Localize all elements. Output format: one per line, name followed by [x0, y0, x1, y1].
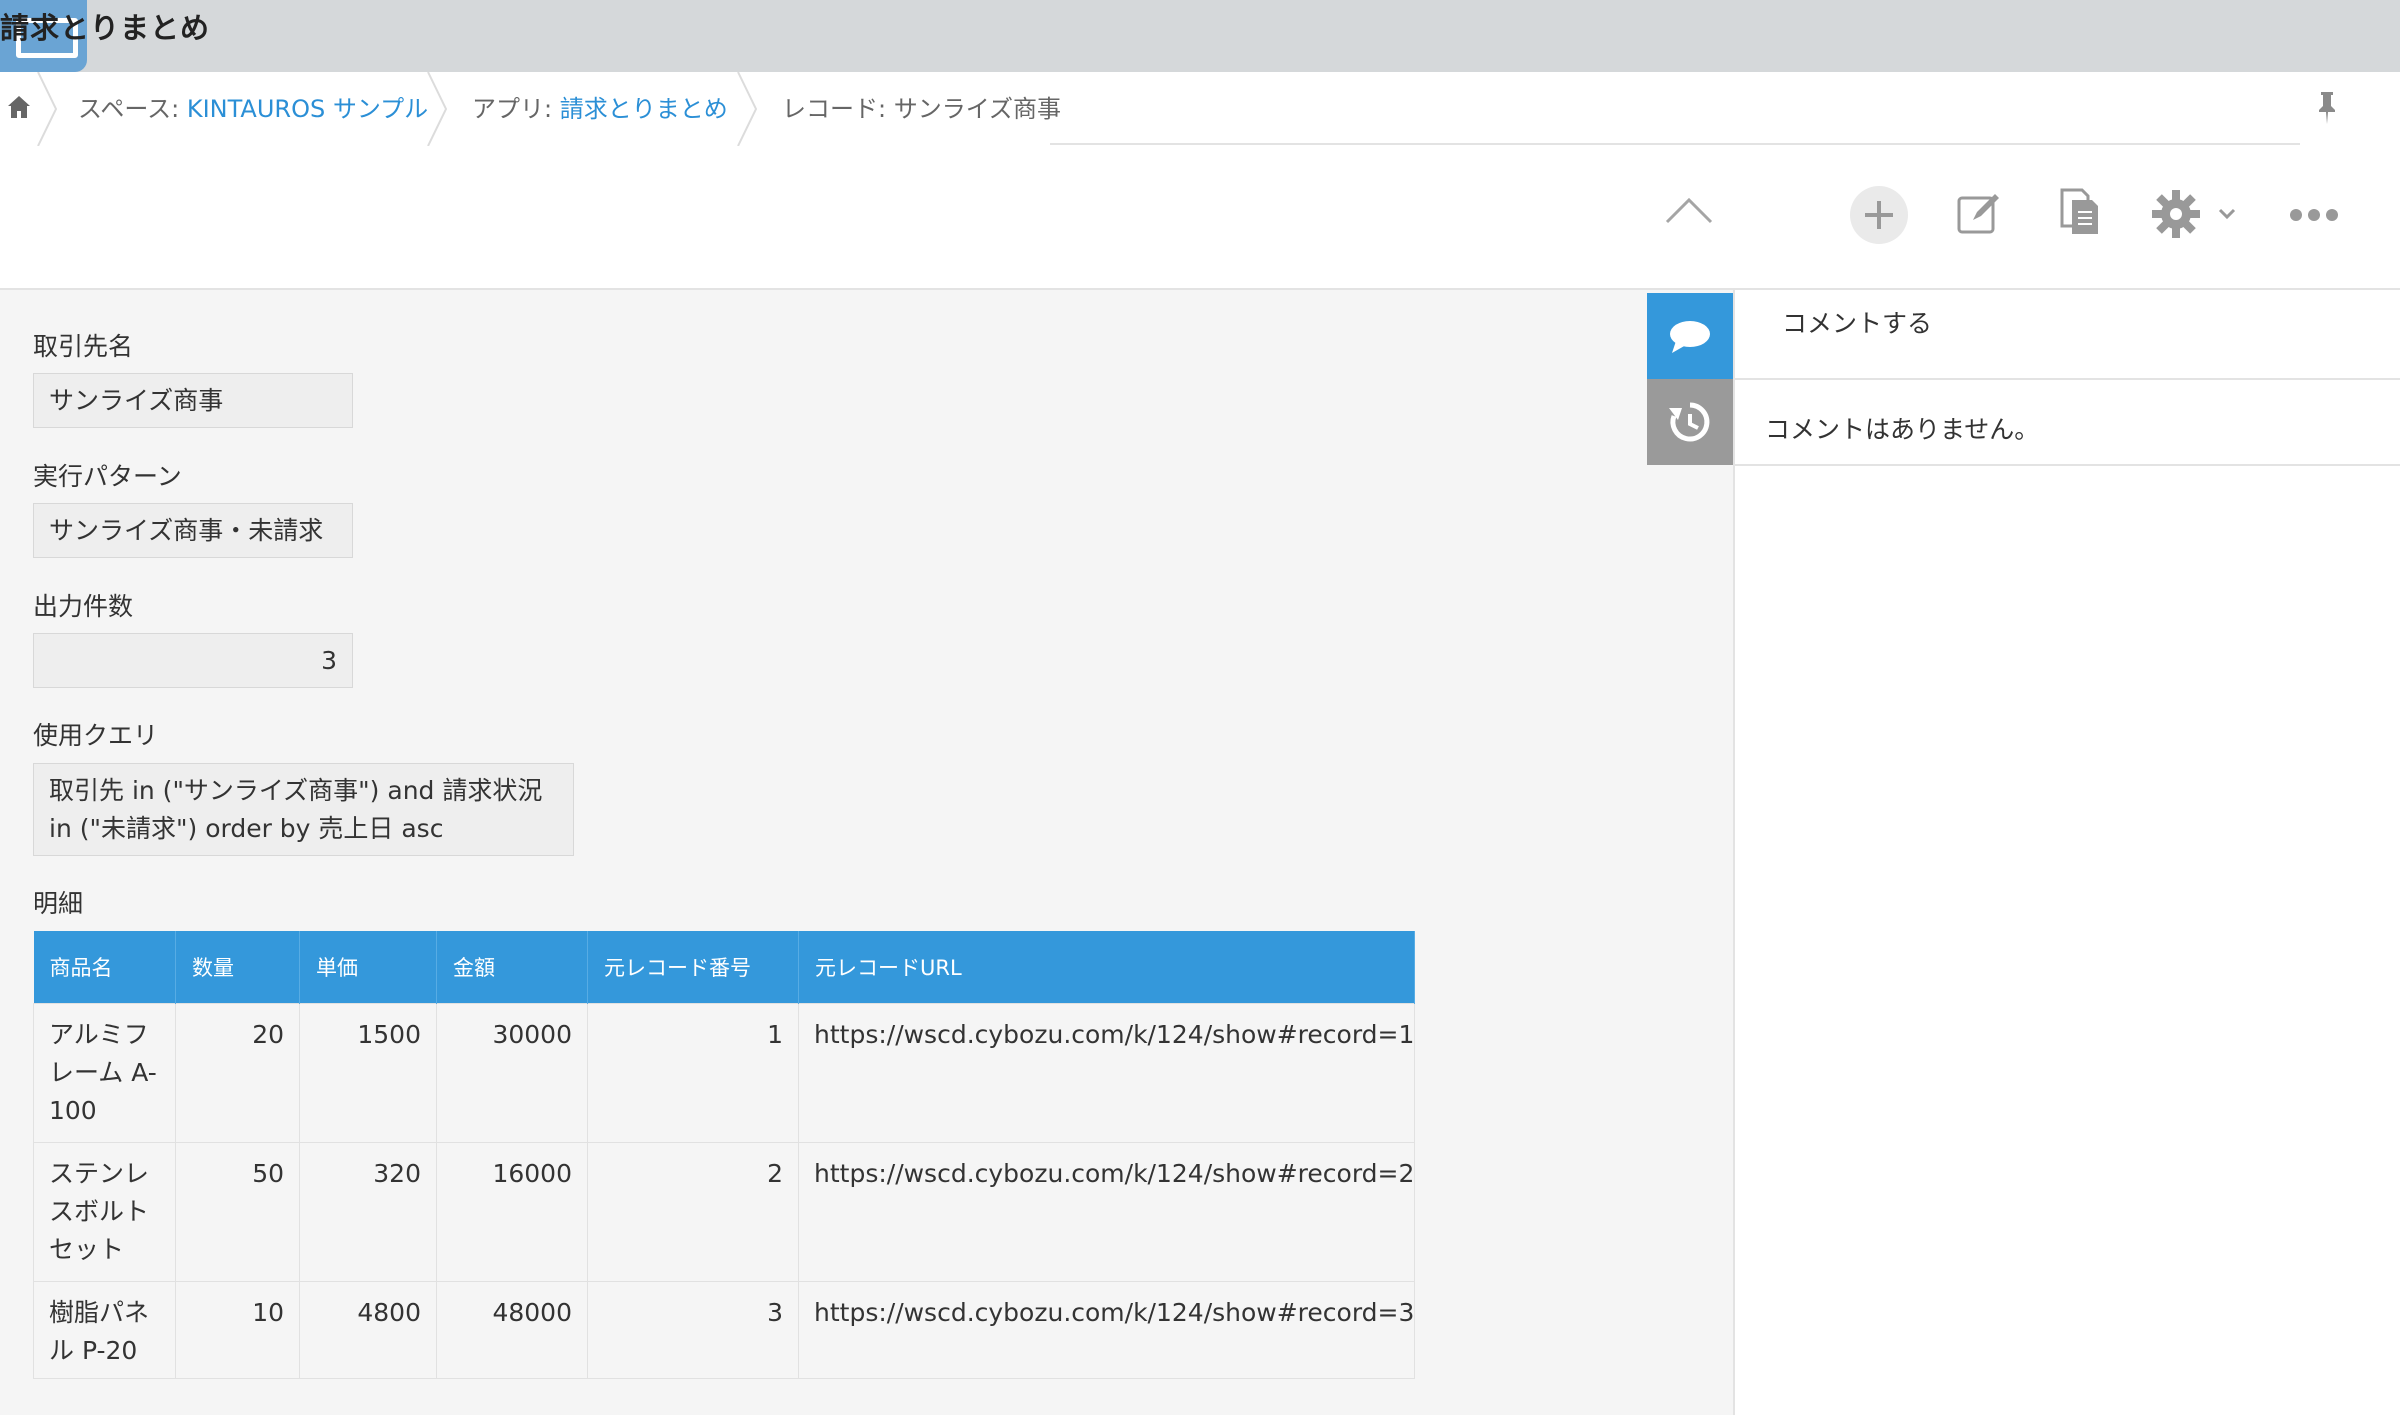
quantity-cell: 10	[175, 1280, 300, 1379]
table-row: アルミフレーム A-100 20 1500 30000 1 https://ws…	[33, 1002, 1415, 1143]
amount-cell: 48000	[436, 1280, 588, 1379]
query-value: 取引先 in ("サンライズ商事") and 請求状況 in ("未請求") o…	[33, 763, 574, 856]
source-record-number-cell: 1	[587, 1002, 799, 1143]
no-comments-message: コメントはありません。	[1765, 415, 2040, 444]
app-title: 請求とりまとめ	[0, 11, 211, 45]
breadcrumb-space-link[interactable]: KINTAUROS サンプル	[187, 95, 428, 123]
home-icon[interactable]	[6, 94, 32, 120]
table-header-row: 商品名 数量 単価 金額 元レコード番号 元レコードURL	[33, 931, 1415, 1003]
column-header: 元レコードURL	[798, 931, 1415, 1003]
comment-placeholder: コメントする	[1782, 309, 1933, 338]
source-record-url-cell: https://wscd.cybozu.com/k/124/show#recor…	[798, 1280, 1415, 1379]
tab-comments[interactable]	[1647, 293, 1733, 379]
source-record-url-cell: https://wscd.cybozu.com/k/124/show#recor…	[798, 1141, 1415, 1282]
details-label: 明細	[33, 889, 84, 918]
table-row: ステンレスボルトセット 50 320 16000 2 https://wscd.…	[33, 1141, 1415, 1282]
plus-icon[interactable]	[1850, 186, 1908, 244]
unit-price-cell: 320	[299, 1141, 437, 1282]
app-header: 請求とりまとめ	[0, 0, 2400, 72]
column-header: 金額	[436, 931, 588, 1003]
breadcrumb-space: スペース: KINTAUROS サンプル	[78, 72, 428, 146]
breadcrumb: スペース: KINTAUROS サンプル アプリ: 請求とりまとめ レコード: …	[0, 72, 2400, 146]
source-record-number-cell: 3	[587, 1280, 799, 1379]
chevron-down-icon[interactable]	[2218, 208, 2236, 220]
breadcrumb-app: アプリ: 請求とりまとめ	[472, 72, 728, 146]
pattern-value: サンライズ商事・未請求	[33, 503, 353, 558]
query-label: 使用クエリ	[33, 721, 159, 750]
count-label: 出力件数	[33, 592, 134, 621]
breadcrumb-separator-icon	[427, 72, 448, 146]
record-form: 取引先名 サンライズ商事 実行パターン サンライズ商事・未請求 出力件数 3 使…	[0, 290, 1646, 1415]
unit-price-cell: 4800	[299, 1280, 437, 1379]
chevron-up-icon[interactable]	[1664, 196, 1714, 226]
column-header: 単価	[299, 931, 437, 1003]
quantity-cell: 50	[175, 1141, 300, 1282]
source-record-url-cell: https://wscd.cybozu.com/k/124/show#recor…	[798, 1002, 1415, 1143]
breadcrumb-app-prefix: アプリ:	[472, 95, 560, 123]
details-table: 商品名 数量 単価 金額 元レコード番号 元レコードURL アルミフレーム A-…	[33, 931, 1415, 1379]
breadcrumb-separator-icon	[37, 72, 58, 146]
product-name-cell: アルミフレーム A-100	[33, 1002, 176, 1143]
amount-cell: 16000	[436, 1141, 588, 1282]
breadcrumb-record: レコード: サンライズ商事	[782, 95, 1061, 123]
column-header: 商品名	[33, 931, 176, 1003]
breadcrumb-space-prefix: スペース:	[78, 95, 187, 123]
client-label: 取引先名	[33, 332, 134, 361]
column-header: 数量	[175, 931, 300, 1003]
gear-icon[interactable]	[2152, 190, 2200, 238]
source-record-number-cell: 2	[587, 1141, 799, 1282]
amount-cell: 30000	[436, 1002, 588, 1143]
speech-bubble-icon	[1670, 321, 1710, 353]
product-name-cell: ステンレスボルトセット	[33, 1141, 176, 1282]
breadcrumb-separator-icon	[737, 72, 758, 146]
breadcrumb-app-link[interactable]: 請求とりまとめ	[560, 95, 728, 123]
record-toolbar	[0, 146, 2400, 290]
unit-price-cell: 1500	[299, 1002, 437, 1143]
more-icon[interactable]	[2290, 208, 2338, 222]
copy-icon[interactable]	[2058, 186, 2102, 238]
tab-history[interactable]	[1647, 379, 1733, 465]
pin-icon[interactable]	[2315, 90, 2339, 126]
count-value: 3	[33, 633, 353, 688]
quantity-cell: 20	[175, 1002, 300, 1143]
panel-divider	[1735, 464, 2400, 466]
product-name-cell: 樹脂パネル P-20	[33, 1280, 176, 1379]
edit-icon[interactable]	[1955, 190, 2003, 238]
history-icon	[1669, 402, 1710, 442]
table-row: 樹脂パネル P-20 10 4800 48000 3 https://wscd.…	[33, 1280, 1415, 1379]
comment-input[interactable]: コメントする	[1735, 290, 2400, 380]
comment-panel: コメントする コメントはありません。	[1733, 290, 2400, 1415]
column-header: 元レコード番号	[587, 931, 799, 1003]
client-value: サンライズ商事	[33, 373, 353, 428]
pattern-label: 実行パターン	[33, 462, 182, 491]
breadcrumb-underline	[1050, 143, 2300, 145]
